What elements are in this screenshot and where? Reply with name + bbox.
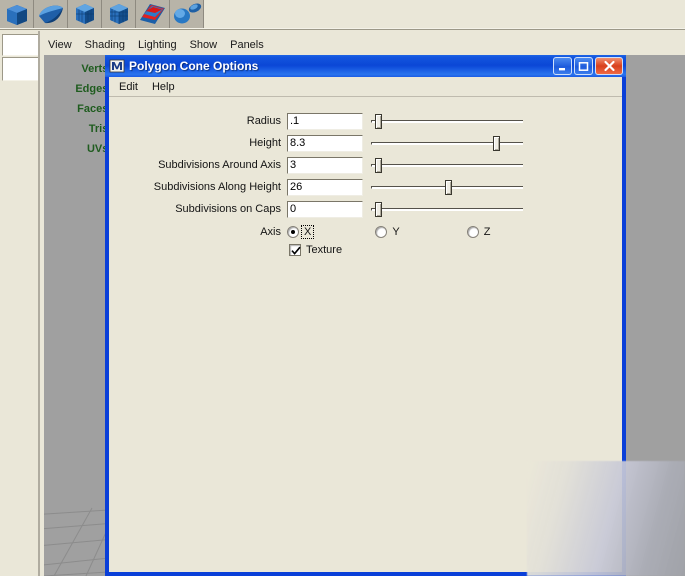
radio-mark-x[interactable] (287, 226, 299, 238)
shelf-button-poly-cylinder[interactable] (68, 0, 102, 28)
slider-thumb-height[interactable] (493, 135, 500, 151)
slider-radius[interactable] (371, 113, 523, 130)
slider-subdivisions-along-height[interactable] (371, 179, 523, 196)
radio-axis-x[interactable]: X (287, 225, 315, 239)
hud-stat-faces: Faces: (77, 103, 112, 115)
maya-application-window: View Shading Lighting Show Panels Verts:… (0, 0, 685, 576)
cone-options-form: Radius Height (109, 110, 622, 256)
radio-axis-y[interactable]: Y (375, 226, 401, 238)
label-texture: Texture (306, 244, 343, 256)
dialog-titlebar[interactable]: Polygon Cone Options (105, 55, 626, 77)
radio-mark-y[interactable] (375, 226, 388, 238)
close-icon (603, 60, 616, 72)
poly-cone-icon (102, 0, 135, 28)
dialog-menu-edit[interactable]: Edit (119, 81, 138, 93)
slider-track-height (371, 141, 523, 145)
label-subdivisions-around-axis: Subdivisions Around Axis (158, 159, 281, 171)
shelf-button-poly-cube[interactable] (0, 0, 34, 28)
radio-axis-z[interactable]: Z (466, 226, 493, 238)
hud-stat-verts: Verts: (81, 63, 112, 75)
dialog-menubar: Edit Help (109, 77, 622, 97)
slider-track-subdivisions-around-axis (371, 163, 523, 167)
radio-mark-z[interactable] (466, 226, 479, 238)
shelf-button-poly-torus[interactable] (170, 0, 204, 28)
heads-up-display-stats: Verts: Edges: Faces: Tris: UVs: (50, 59, 112, 159)
form-row-radius: Radius (109, 110, 622, 132)
label-height: Height (249, 137, 281, 149)
window-controls (553, 57, 623, 75)
label-subdivisions-on-caps: Subdivisions on Caps (175, 203, 281, 215)
form-row-subdivisions-along-height: Subdivisions Along Height (109, 176, 622, 198)
viewport-menubar: View Shading Lighting Show Panels (48, 36, 264, 54)
input-height[interactable] (287, 134, 363, 152)
maximize-button[interactable] (574, 57, 593, 75)
maximize-icon (578, 61, 589, 72)
hud-stat-edges: Edges: (75, 83, 112, 95)
dialog-title: Polygon Cone Options (129, 59, 259, 73)
label-radius: Radius (246, 115, 281, 127)
minimize-button[interactable] (553, 57, 572, 75)
slider-height[interactable] (371, 135, 523, 152)
radio-label-z: Z (483, 226, 491, 238)
shelf-button-poly-plane[interactable] (136, 0, 170, 28)
left-panel-strip (0, 31, 40, 576)
viewport-menu-lighting[interactable]: Lighting (138, 39, 177, 51)
poly-plane-icon (136, 0, 169, 28)
label-axis: Axis (260, 226, 281, 238)
axis-radio-group: X Y Z (287, 225, 493, 239)
form-row-texture[interactable]: Texture (109, 244, 622, 256)
shelf-toolbar (0, 0, 685, 31)
poly-torus-icon (170, 0, 203, 28)
viewport-menu-show[interactable]: Show (190, 39, 218, 51)
maya-m-icon (109, 58, 125, 74)
slider-subdivisions-on-caps[interactable] (371, 201, 523, 218)
viewport-menu-view[interactable]: View (48, 39, 72, 51)
poly-cube-icon (0, 0, 33, 28)
input-subdivisions-on-caps[interactable] (287, 200, 363, 218)
hud-stat-uvs: UVs: (86, 143, 112, 155)
hud-stat-tris: Tris: (88, 123, 112, 135)
form-row-axis: Axis X Y Z (109, 222, 622, 242)
shelf-button-poly-cone[interactable] (102, 0, 136, 28)
radio-label-x: X (300, 225, 315, 239)
form-row-subdivisions-on-caps: Subdivisions on Caps (109, 198, 622, 220)
radio-label-y: Y (392, 226, 400, 238)
left-field-lower[interactable] (2, 57, 40, 81)
polygon-cone-options-dialog: Polygon Cone Options Edit Help Radius .1… (105, 55, 626, 576)
minimize-icon (557, 61, 568, 72)
form-row-height: Height (109, 132, 622, 154)
viewport-menu-shading[interactable]: Shading (85, 39, 125, 51)
viewport-menu-panels[interactable]: Panels (230, 39, 264, 51)
slider-thumb-radius[interactable] (375, 113, 382, 129)
checkbox-texture[interactable] (289, 244, 301, 256)
slider-subdivisions-around-axis[interactable] (371, 157, 523, 174)
label-subdivisions-along-height: Subdivisions Along Height (153, 181, 281, 193)
left-field-upper[interactable] (2, 34, 40, 56)
input-radius[interactable] (287, 112, 363, 130)
input-subdivisions-around-axis[interactable] (287, 156, 363, 174)
dialog-body: Radius Height (109, 97, 622, 569)
slider-track-subdivisions-on-caps (371, 207, 523, 211)
slider-thumb-subdivisions-around-axis[interactable] (375, 157, 382, 173)
slider-thumb-subdivisions-along-height[interactable] (445, 179, 452, 195)
poly-cylinder-icon (68, 0, 101, 28)
input-subdivisions-along-height[interactable] (287, 178, 363, 196)
close-button[interactable] (595, 57, 623, 75)
shelf-button-poly-sphere[interactable] (34, 0, 68, 28)
dialog-menu-help[interactable]: Help (152, 81, 175, 93)
form-row-subdivisions-around-axis: Subdivisions Around Axis (109, 154, 622, 176)
shelf-button-group (0, 0, 204, 28)
poly-sphere-icon (34, 0, 67, 28)
slider-thumb-subdivisions-on-caps[interactable] (375, 201, 382, 217)
slider-track-radius (371, 119, 523, 123)
